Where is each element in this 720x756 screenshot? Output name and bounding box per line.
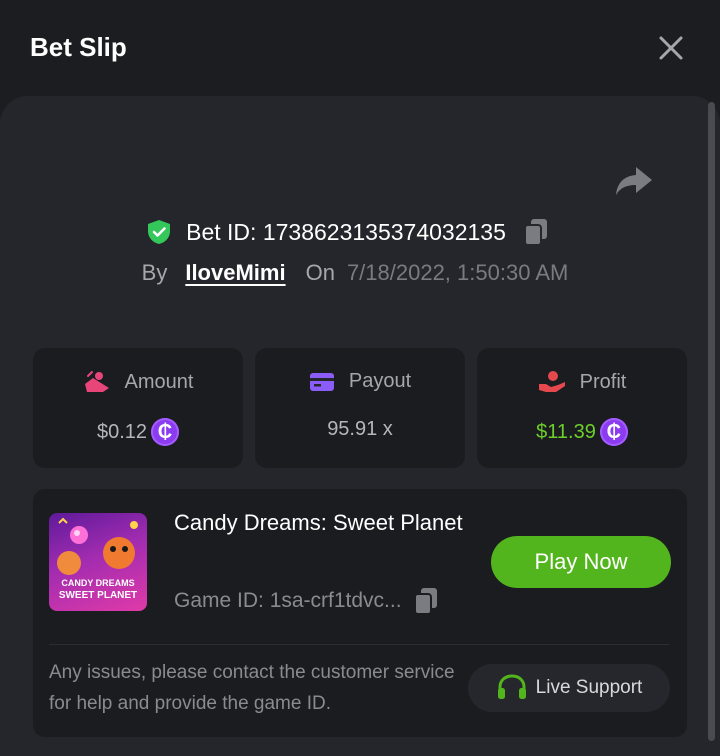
profit-card: Profit $11.39 ₵ — [477, 348, 687, 468]
share-button[interactable] — [614, 163, 654, 199]
amount-icon — [84, 371, 109, 392]
support-message: Any issues, please contact the customer … — [49, 662, 455, 714]
copy-icon[interactable] — [412, 586, 440, 616]
game-id: Game ID: 1sa-crf1tdvc... — [174, 589, 402, 612]
thumb-title-line2: SWEET PLANET — [58, 590, 138, 601]
bet-id: Bet ID: 1738623135374032135 — [186, 218, 506, 245]
close-icon — [659, 36, 683, 60]
close-button[interactable] — [655, 32, 687, 64]
profit-value: $11.39 — [536, 420, 596, 443]
payout-value-row: 95.91 x — [255, 418, 465, 441]
profit-hand-icon — [538, 371, 565, 392]
amount-value-row: $0.12 ₵ — [33, 418, 243, 446]
bet-date: 7/18/2022, 1:50:30 AM — [346, 260, 569, 285]
amount-value: $0.12 — [96, 420, 148, 443]
by-label: By — [141, 260, 168, 285]
play-now-button[interactable]: Play Now — [491, 536, 671, 588]
payout-value: 95.91 x — [327, 418, 393, 440]
bet-id-row: Bet ID: 1738623135374032135 — [0, 212, 720, 252]
scrollbar[interactable] — [708, 102, 715, 741]
coin-icon: ₵ — [151, 418, 180, 446]
copy-icon[interactable] — [522, 217, 550, 247]
headset-icon — [497, 674, 526, 699]
payout-card: Payout 95.91 x — [255, 348, 465, 468]
game-thumbnail[interactable]: CANDY DREAMS SWEET PLANET — [49, 513, 147, 611]
game-id-row: Game ID: 1sa-crf1tdvc... — [174, 586, 440, 616]
amount-header: Amount — [33, 370, 243, 394]
profit-header: Profit — [477, 370, 687, 394]
payout-header: Payout — [255, 370, 465, 393]
page-title: Bet Slip — [30, 32, 127, 62]
divider — [49, 644, 669, 645]
on-label: On — [305, 260, 335, 285]
profit-value-row: $11.39 ₵ — [477, 418, 687, 446]
share-icon — [616, 167, 652, 195]
game-card: CANDY DREAMS SWEET PLANET Candy Dreams: … — [33, 489, 687, 737]
profit-label: Profit — [579, 370, 627, 393]
game-name[interactable]: Candy Dreams: Sweet Planet — [174, 505, 474, 541]
thumb-title-line1: CANDY DREAMS — [61, 578, 135, 588]
payout-label: Payout — [348, 370, 412, 392]
coin-icon: ₵ — [599, 418, 628, 446]
live-support-label: Live Support — [535, 677, 643, 698]
amount-label: Amount — [124, 370, 194, 393]
username-link[interactable]: IloveMimi — [185, 260, 285, 286]
bet-slip-header: Bet Slip — [0, 0, 720, 95]
shield-check-icon — [148, 220, 171, 244]
live-support-button[interactable]: Live Support — [468, 664, 670, 712]
bet-author-row: By IloveMimi On 7/18/2022, 1:50:30 AM — [0, 254, 720, 292]
amount-card: Amount $0.12 ₵ — [33, 348, 243, 468]
payout-card-icon — [309, 372, 334, 391]
